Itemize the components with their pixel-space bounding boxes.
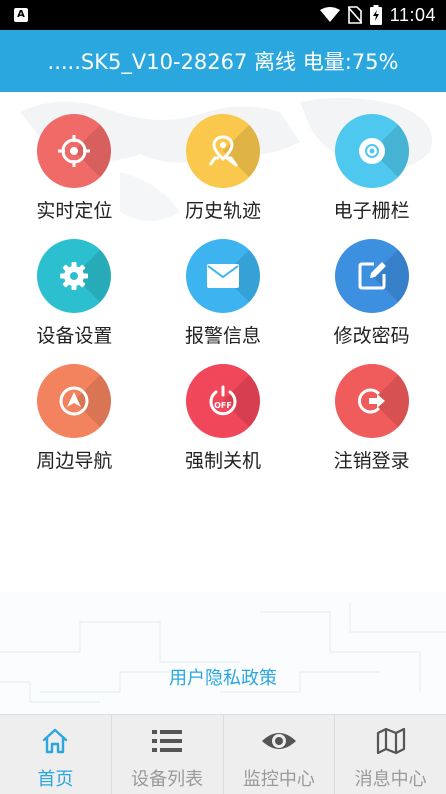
app-notification-icon: A xyxy=(14,8,28,22)
nav-item-monitor-center[interactable]: 监控中心 xyxy=(224,715,336,794)
eye-icon xyxy=(261,733,296,749)
title-bar: .....SK5_V10-28267 离线 电量:75% xyxy=(0,30,446,92)
privacy-policy-link[interactable]: 用户隐私政策 xyxy=(0,664,446,690)
menu-tile-label: 周边导航 xyxy=(36,450,113,472)
device-settings-button[interactable] xyxy=(37,239,112,313)
envelope-icon xyxy=(206,264,239,288)
alarm-info-button[interactable] xyxy=(185,239,260,313)
menu-tile-label: 强制关机 xyxy=(184,450,261,472)
map-pin-icon xyxy=(208,135,238,167)
list-icon xyxy=(152,730,183,752)
menu-tile-logout[interactable]: 注销登录 xyxy=(297,364,446,473)
page-title: .....SK5_V10-28267 离线 电量:75% xyxy=(47,50,399,74)
menu-tile-label: 修改密码 xyxy=(333,325,410,347)
menu-tile-force-shutdown[interactable]: OFF 强制关机 xyxy=(149,364,298,473)
status-time: 11:04 xyxy=(389,4,436,25)
wifi-icon xyxy=(319,7,340,22)
nav-label: 设备列表 xyxy=(131,769,204,790)
menu-tile-label: 注销登录 xyxy=(333,450,410,472)
force-shutdown-button[interactable]: OFF xyxy=(185,364,260,438)
status-bar: A 11:04 xyxy=(0,0,446,30)
nav-item-message-center[interactable]: 消息中心 xyxy=(335,715,446,794)
nav-label: 消息中心 xyxy=(354,769,427,790)
map-icon xyxy=(376,727,405,755)
menu-tile-realtime-location[interactable]: 实时定位 xyxy=(0,114,149,223)
menu-tile-history-track[interactable]: 历史轨迹 xyxy=(149,114,298,223)
logout-icon xyxy=(357,388,385,414)
nearby-navigation-button[interactable] xyxy=(37,364,112,438)
nav-label: 监控中心 xyxy=(242,769,315,790)
power-off-icon: OFF xyxy=(209,385,237,416)
bottom-navigation: 首页 设备列表 监控中心 消息中心 xyxy=(0,714,446,794)
menu-tile-geofence[interactable]: 电子栅栏 xyxy=(297,114,446,223)
geofence-button[interactable] xyxy=(334,114,409,188)
menu-tile-device-settings[interactable]: 设备设置 xyxy=(0,239,149,348)
menu-tile-label: 报警信息 xyxy=(184,325,261,347)
nav-item-home[interactable]: 首页 xyxy=(0,715,112,794)
logout-button[interactable] xyxy=(334,364,409,438)
navigation-icon xyxy=(59,386,89,416)
history-track-button[interactable] xyxy=(185,114,260,188)
menu-tile-alarm-info[interactable]: 报警信息 xyxy=(149,239,298,348)
nav-label: 首页 xyxy=(37,769,74,790)
disc-icon xyxy=(358,138,385,164)
no-sim-icon xyxy=(347,6,362,24)
menu-grid: 实时定位 历史轨迹 电子栅栏 设备设置 报警信息 修改密码 周边导航 OFF 强… xyxy=(0,114,446,473)
main-content: 实时定位 历史轨迹 电子栅栏 设备设置 报警信息 修改密码 周边导航 OFF 强… xyxy=(0,92,446,714)
menu-tile-label: 历史轨迹 xyxy=(184,200,261,222)
menu-tile-label: 电子栅栏 xyxy=(333,200,410,222)
menu-tile-nearby-navigation[interactable]: 周边导航 xyxy=(0,364,149,473)
menu-tile-label: 设备设置 xyxy=(36,325,113,347)
edit-icon xyxy=(358,262,386,290)
menu-tile-label: 实时定位 xyxy=(36,200,113,222)
crosshair-icon xyxy=(58,135,91,167)
circuit-background xyxy=(0,592,446,714)
menu-tile-change-password[interactable]: 修改密码 xyxy=(297,239,446,348)
svg-text:OFF: OFF xyxy=(214,401,232,410)
change-password-button[interactable] xyxy=(334,239,409,313)
nav-item-device-list[interactable]: 设备列表 xyxy=(112,715,224,794)
battery-charging-icon xyxy=(369,5,382,25)
gear-icon xyxy=(60,262,89,290)
realtime-location-button[interactable] xyxy=(37,114,112,188)
home-icon xyxy=(43,728,68,754)
